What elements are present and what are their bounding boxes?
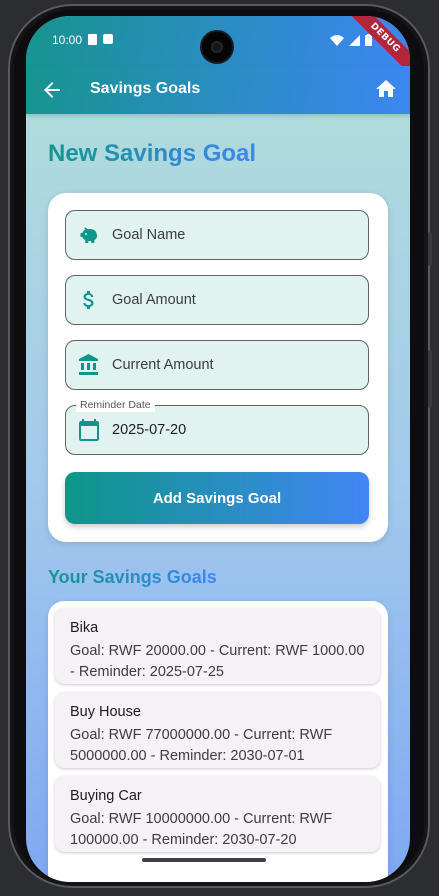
power-button xyxy=(428,350,432,408)
savings-goals-heading: Your Savings Goals xyxy=(48,567,217,587)
sim-card-icon xyxy=(88,34,97,45)
add-savings-goal-button[interactable]: Add Savings Goal xyxy=(65,472,369,524)
goal-name-field[interactable]: Goal Name xyxy=(65,210,369,260)
volume-button xyxy=(428,232,432,266)
new-goal-form: Goal Name Goal Amount Current Amount Rem… xyxy=(48,193,388,542)
goal-title: Buying Car xyxy=(70,788,142,804)
system-status-icons xyxy=(330,34,372,46)
dollar-icon xyxy=(83,291,94,309)
notification-icons xyxy=(88,34,113,45)
goal-details: Goal: RWF 77000000.00 - Current: RWF 500… xyxy=(70,727,333,764)
home-icon[interactable] xyxy=(374,77,398,101)
goal-card[interactable]: Bika Goal: RWF 20000.00 - Current: RWF 1… xyxy=(55,608,380,684)
page-title: New Savings Goal xyxy=(48,140,257,167)
gesture-home-bar[interactable] xyxy=(142,858,266,862)
reminder-date-label: Reminder Date xyxy=(76,398,155,412)
goal-amount-placeholder: Goal Amount xyxy=(112,292,196,308)
bank-icon xyxy=(79,354,98,375)
app-bar-title: Savings Goals xyxy=(90,80,201,97)
wifi-icon xyxy=(330,34,344,46)
goal-details: Goal: RWF 10000000.00 - Current: RWF 100… xyxy=(70,811,333,848)
reminder-date-value: 2025-07-20 xyxy=(112,422,187,438)
reminder-date-field[interactable]: Reminder Date 2025-07-20 xyxy=(65,398,369,455)
arrow-back-icon[interactable] xyxy=(40,78,64,102)
goals-list: Bika Goal: RWF 20000.00 - Current: RWF 1… xyxy=(48,601,388,882)
goal-details: Goal: RWF 20000.00 - Current: RWF 1000.0… xyxy=(70,643,365,680)
goal-title: Buy House xyxy=(70,704,141,720)
status-bar: 10:00 DEBUG xyxy=(26,16,410,83)
calendar-icon xyxy=(79,419,99,441)
front-camera xyxy=(202,32,232,62)
piggy-bank-icon xyxy=(80,227,98,243)
goal-title: Bika xyxy=(70,620,99,636)
goal-card[interactable]: Buying Car Goal: RWF 10000000.00 - Curre… xyxy=(55,776,380,852)
signal-icon xyxy=(349,34,360,46)
app-bar: Savings Goals xyxy=(26,66,410,114)
current-amount-placeholder: Current Amount xyxy=(112,357,214,373)
goal-name-placeholder: Goal Name xyxy=(112,227,186,243)
app-screen: 10:00 DEBUG Savings Goals New Savings Go… xyxy=(26,16,410,882)
current-amount-field[interactable]: Current Amount xyxy=(65,340,369,390)
status-time: 10:00 xyxy=(52,33,83,47)
app-notification-icon xyxy=(103,34,113,44)
goal-amount-field[interactable]: Goal Amount xyxy=(65,275,369,325)
goal-card[interactable]: Buy House Goal: RWF 77000000.00 - Curren… xyxy=(55,692,380,768)
